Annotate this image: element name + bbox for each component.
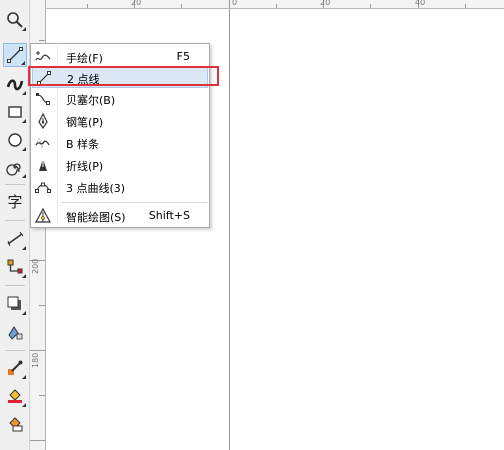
connector-tool-button[interactable] [3,255,27,279]
ruler-label: 180 [31,352,40,368]
ruler-label: 40 [415,0,426,7]
smart-drawing-icon [35,208,51,223]
ellipse-tool-button[interactable] [3,128,27,152]
ruler-label: 0 [232,0,238,7]
b-spline-icon [35,137,50,149]
horizontal-ruler[interactable]: 20 0 20 40 [46,0,504,9]
two-point-line-icon [37,71,51,85]
ruler-label: 20 [320,0,331,7]
menu-item-bezier[interactable]: 贝塞尔(B) [32,88,208,110]
smart-fill-icon [9,417,23,432]
dimension-tool-button[interactable] [3,227,27,251]
menu-item-label: 钢笔(P) [66,116,104,129]
three-point-curve-icon [35,182,51,193]
zoom-tool-button[interactable] [3,8,27,32]
menu-item-shortcut: F5 [176,50,190,63]
menu-separator [61,202,207,203]
menu-item-label: 贝塞尔(B) [66,94,116,107]
spiral-tool-button[interactable] [3,155,27,179]
menu-item-label: 智能绘图(S) [66,211,126,224]
menu-item-label: 3 点曲线(3) [66,182,126,195]
toolbox: 字 [0,0,30,450]
fill-tool-button[interactable] [3,384,27,408]
smart-fill-tool-button[interactable] [3,412,27,436]
vertical-guideline[interactable] [229,9,230,450]
bezier-icon [36,93,50,105]
menu-item-label: 2 点线 [67,73,100,86]
ruler-label: 200 [31,258,40,274]
ruler-label: 20 [131,0,142,7]
menu-item-pen[interactable]: 钢笔(P) [32,110,208,132]
menu-item-polyline[interactable]: 折线(P) [32,154,208,176]
polyline-icon [39,159,47,171]
rectangle-tool-button[interactable] [3,100,27,124]
text-tool-button[interactable]: 字 [3,190,27,214]
curve-tools-flyout-menu: 手绘(F) F5 2 点线 贝塞尔(B) 钢笔(P) B 样条 折线(P) 3 … [30,43,210,228]
curve-tool-button[interactable] [3,43,27,67]
artistic-media-tool-button[interactable] [3,72,27,96]
menu-item-label: 手绘(F) [66,52,103,65]
menu-item-shortcut: Shift+S [148,209,190,222]
freehand-icon [35,51,51,61]
menu-item-smart-drawing[interactable]: 智能绘图(S) Shift+S [32,205,208,227]
pen-icon [38,113,48,129]
menu-item-b-spline[interactable]: B 样条 [32,132,208,154]
menu-item-label: B 样条 [66,138,100,151]
menu-item-three-point-curve[interactable]: 3 点曲线(3) [32,176,208,198]
menu-item-two-point-line[interactable]: 2 点线 [32,66,208,88]
transparency-tool-button[interactable] [3,320,27,344]
menu-item-label: 折线(P) [66,160,104,173]
eyedropper-tool-button[interactable] [3,356,27,380]
transparency-icon [8,326,23,340]
menu-item-freehand[interactable]: 手绘(F) F5 [32,46,208,68]
text-icon: 字 [7,192,23,211]
drop-shadow-tool-button[interactable] [3,292,27,316]
